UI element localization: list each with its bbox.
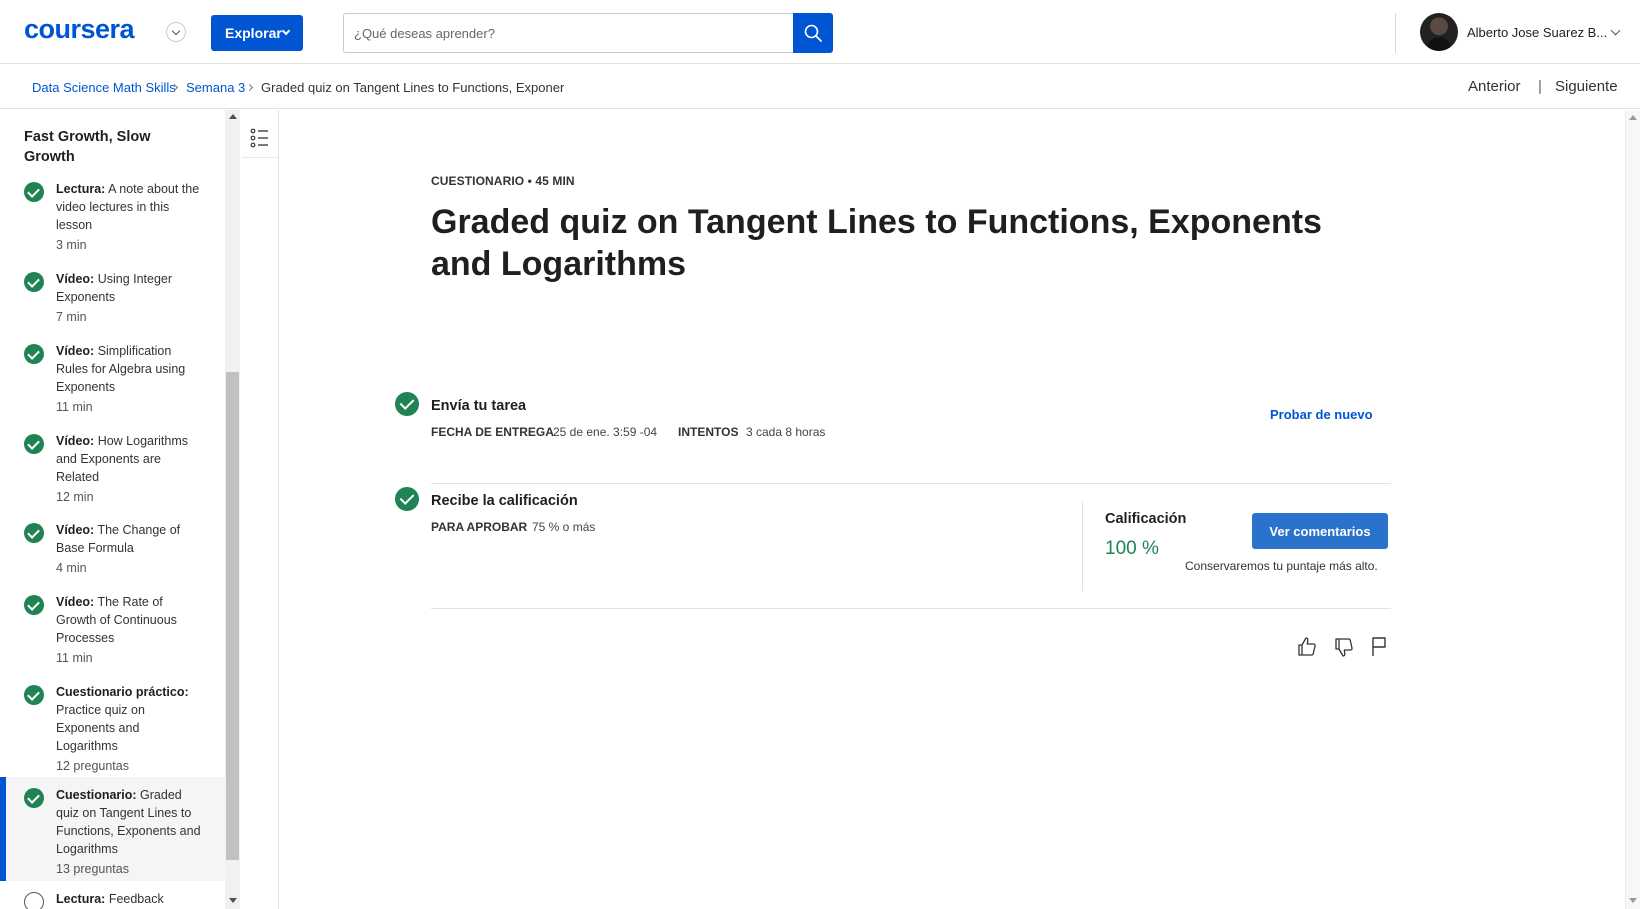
- retry-button[interactable]: Probar de nuevo: [1270, 407, 1373, 422]
- item-name: Feedback: [108, 892, 164, 906]
- grade-divider: [1082, 502, 1083, 591]
- previous-link[interactable]: Anterior: [1468, 78, 1521, 95]
- coursera-logo[interactable]: coursera: [24, 14, 135, 45]
- breadcrumb-course[interactable]: Data Science Math Skills: [32, 80, 176, 95]
- next-link[interactable]: Siguiente: [1555, 78, 1618, 95]
- sidebar-item-video-simplification[interactable]: Vídeo: Simplification Rules for Algebra …: [0, 342, 225, 414]
- top-header: coursera Explorar Alberto Jose Suarez B.…: [0, 0, 1640, 64]
- item-type: Cuestionario:: [56, 788, 137, 802]
- search-button[interactable]: [793, 13, 833, 53]
- item-duration: 7 min: [56, 310, 87, 324]
- explore-button-label: Explorar: [225, 25, 282, 41]
- item-duration: 11 min: [56, 400, 93, 414]
- item-type: Vídeo:: [56, 344, 95, 358]
- item-type: Lectura:: [56, 182, 106, 196]
- view-feedback-button[interactable]: Ver comentarios: [1252, 513, 1388, 549]
- chevron-down-icon: [281, 26, 291, 36]
- check-circle-icon: [395, 392, 419, 416]
- lesson-sidebar: Fast Growth, Slow Growth Lectura: A note…: [0, 110, 225, 909]
- thumbs-down-icon[interactable]: [1332, 635, 1356, 659]
- page-scrollbar[interactable]: [1625, 110, 1640, 909]
- chevron-right-icon: [245, 83, 254, 92]
- check-circle-icon: [395, 487, 419, 511]
- attempts-label: INTENTOS: [678, 425, 739, 439]
- check-circle-icon: [24, 434, 44, 454]
- submit-step-title: Envía tu tarea: [431, 398, 527, 414]
- document-icon: [24, 892, 44, 909]
- scroll-down-arrow-icon[interactable]: [1629, 898, 1637, 903]
- check-circle-icon: [24, 523, 44, 543]
- sidebar-item-graded-quiz[interactable]: Cuestionario: Graded quiz on Tangent Lin…: [0, 777, 225, 881]
- thumbs-up-icon[interactable]: [1295, 635, 1319, 659]
- grade-label: Calificación: [1105, 511, 1187, 527]
- search-icon: [804, 24, 822, 42]
- user-name[interactable]: Alberto Jose Suarez B...: [1467, 25, 1607, 40]
- item-duration: 12 min: [56, 490, 94, 504]
- item-type: Vídeo:: [56, 272, 95, 286]
- scroll-up-arrow-icon[interactable]: [1629, 115, 1637, 120]
- item-type: Vídeo:: [56, 595, 95, 609]
- check-circle-icon: [24, 788, 44, 808]
- item-duration: 3 min: [56, 238, 87, 252]
- pager-divider: |: [1538, 78, 1542, 95]
- item-duration: 4 min: [56, 561, 87, 575]
- sidebar-scroll-thumb[interactable]: [226, 372, 239, 860]
- item-type: Vídeo:: [56, 523, 95, 537]
- check-circle-icon: [24, 595, 44, 615]
- chevron-down-icon[interactable]: [1610, 25, 1621, 36]
- flag-icon[interactable]: [1367, 635, 1391, 659]
- lesson-title: Fast Growth, Slow Growth: [24, 129, 151, 165]
- grade-value: 100 %: [1105, 538, 1159, 559]
- breadcrumb-week[interactable]: Semana 3: [186, 80, 245, 95]
- sidebar-toggle-column: [241, 110, 279, 909]
- breadcrumb-current: Graded quiz on Tangent Lines to Function…: [261, 80, 564, 95]
- explore-button[interactable]: Explorar: [211, 15, 303, 51]
- item-type: Lectura:: [56, 892, 106, 906]
- list-icon: [250, 128, 268, 148]
- item-duration: 12 preguntas: [56, 759, 129, 773]
- avatar[interactable]: [1420, 13, 1458, 51]
- sidebar-item-video-logarithms[interactable]: Vídeo: How Logarithms and Exponents are …: [0, 432, 225, 504]
- divider: [431, 483, 1391, 484]
- chevron-down-icon[interactable]: [166, 22, 186, 42]
- due-date-label: FECHA DE ENTREGA: [431, 425, 554, 439]
- item-duration: 13 preguntas: [56, 862, 129, 876]
- sidebar-item-video-rate-of-growth[interactable]: Vídeo: The Rate of Growth of Continuous …: [0, 593, 225, 665]
- pass-label: PARA APROBAR: [431, 520, 528, 534]
- grade-step-title: Recibe la calificación: [431, 493, 578, 509]
- grade-note: Conservaremos tu puntaje más alto.: [1185, 559, 1378, 573]
- divider: [431, 608, 1391, 609]
- scroll-up-arrow-icon[interactable]: [229, 114, 237, 119]
- breadcrumb: Data Science Math Skills Semana 3 Graded…: [0, 65, 1640, 109]
- sidebar-item-reading-feedback[interactable]: Lectura: Feedback: [0, 890, 225, 909]
- attempts-value: 3 cada 8 horas: [746, 425, 826, 439]
- item-name: Practice quiz on Exponents and Logarithm…: [56, 703, 145, 753]
- scroll-down-arrow-icon[interactable]: [229, 898, 237, 903]
- sidebar-item-reading-note[interactable]: Lectura: A note about the video lectures…: [0, 180, 225, 252]
- page-title: Graded quiz on Tangent Lines to Function…: [431, 203, 1322, 283]
- check-circle-icon: [24, 344, 44, 364]
- sidebar-item-video-integer-exponents[interactable]: Vídeo: Using Integer Exponents 7 min: [0, 270, 225, 324]
- item-type: Cuestionario práctico:: [56, 685, 189, 699]
- due-date-value: 25 de ene. 3:59 -04: [553, 425, 658, 439]
- sidebar-item-practice-quiz[interactable]: Cuestionario práctico: Practice quiz on …: [0, 683, 225, 773]
- toggle-sidebar-button[interactable]: [242, 118, 278, 158]
- pass-value: 75 % o más: [532, 520, 596, 534]
- item-kicker: CUESTIONARIO • 45 MIN: [431, 174, 575, 188]
- check-circle-icon: [24, 272, 44, 292]
- search-input[interactable]: [343, 13, 794, 53]
- check-circle-icon: [24, 685, 44, 705]
- check-circle-icon: [24, 182, 44, 202]
- sidebar-item-video-change-of-base[interactable]: Vídeo: The Change of Base Formula 4 min: [0, 521, 225, 575]
- main-content: CUESTIONARIO • 45 MIN Graded quiz on Tan…: [280, 110, 1625, 909]
- item-duration: 11 min: [56, 651, 93, 665]
- item-type: Vídeo:: [56, 434, 95, 448]
- header-divider: [1395, 13, 1396, 53]
